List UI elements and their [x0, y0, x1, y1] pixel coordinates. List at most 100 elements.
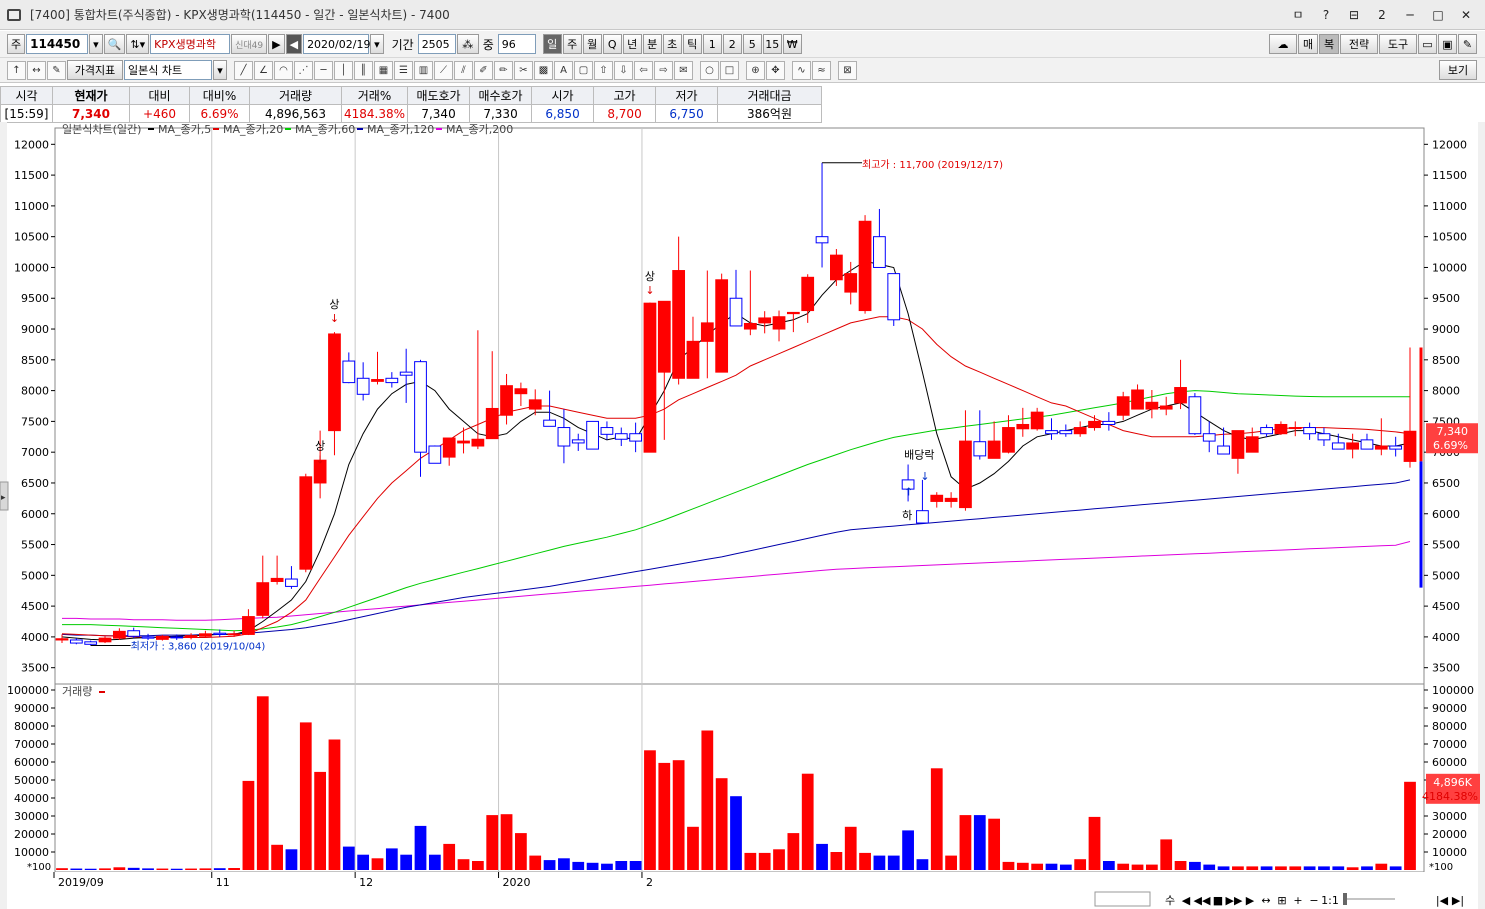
date-dropdown-icon[interactable]: ▾ — [370, 34, 384, 54]
vol-tick-label-right: 30000 — [1432, 810, 1467, 823]
chart-area[interactable]: 2019/09 11 12 2020 2 3500 3500 4000 4000 4500 4500… — [0, 122, 1485, 909]
parallel-icon[interactable]: ⫽ — [454, 60, 473, 80]
chart-type-dropdown-icon[interactable]: ▾ — [213, 60, 227, 80]
note-icon[interactable]: ✉ — [674, 60, 693, 80]
quote-change: +460 — [129, 104, 190, 123]
volume-bar — [228, 868, 240, 870]
help-icon[interactable]: ? — [1317, 8, 1335, 22]
candle-body — [457, 440, 470, 444]
trade-button[interactable]: 매 — [1298, 34, 1318, 54]
edit-icon[interactable]: ✎ — [47, 60, 66, 80]
tf-2-button[interactable]: 2 — [722, 34, 742, 54]
lower-limit-arrow: ↑ — [904, 485, 913, 498]
view-button[interactable]: 보기 — [1439, 60, 1477, 80]
channel-icon[interactable]: ▥ — [414, 60, 433, 80]
code-dropdown-icon[interactable]: ▾ — [89, 34, 103, 54]
right-arrow-icon[interactable]: ⇨ — [654, 60, 673, 80]
won-button[interactable]: ₩ — [782, 34, 802, 54]
trendline-icon[interactable]: ╱ — [234, 60, 253, 80]
count-input[interactable]: 96 — [497, 34, 536, 54]
tf-15-button[interactable]: 15 — [762, 34, 782, 54]
maximize-button[interactable]: □ — [1429, 8, 1447, 22]
vol-tick-label-right: 20000 — [1432, 828, 1467, 841]
text-icon[interactable]: A — [554, 60, 573, 80]
volume-bar — [529, 855, 542, 870]
status-item-1: ◀ — [1182, 894, 1191, 907]
tf-year-button[interactable]: 년 — [622, 34, 642, 54]
chart-type-select[interactable]: 일본식 차트 — [124, 60, 212, 80]
split-icon[interactable]: ⊟ — [1345, 8, 1363, 22]
tf-quarter-button[interactable]: Q — [602, 34, 622, 54]
clear-icon[interactable]: ⊠ — [838, 60, 857, 80]
hline-icon[interactable]: ─ — [314, 60, 333, 80]
date-input[interactable]: 2020/02/19 — [303, 34, 370, 54]
upper-limit-arrow: ↓ — [316, 454, 325, 467]
eraser-icon[interactable]: ✂ — [514, 60, 533, 80]
volume-bar — [1246, 866, 1259, 870]
crosshair-icon[interactable]: ✥ — [766, 60, 785, 80]
arc-icon[interactable]: ◠ — [274, 60, 293, 80]
vol-tick-label-right: 100000 — [1432, 684, 1474, 697]
upper-limit-arrow: ↓ — [645, 284, 654, 297]
candlestick-chart[interactable]: 2019/09 11 12 2020 2 3500 3500 4000 4000 4500 4500… — [0, 122, 1485, 909]
sort-icon[interactable]: ⇅▾ — [126, 34, 150, 54]
period-lock-icon[interactable]: ⁂ — [456, 34, 479, 54]
down-arrow-icon[interactable]: ⇩ — [614, 60, 633, 80]
tf-1-button[interactable]: 1 — [702, 34, 722, 54]
vline-icon[interactable]: │ — [334, 60, 353, 80]
prev-stock-button[interactable]: ◀ — [285, 34, 303, 54]
save-icon[interactable]: ▣ — [1438, 34, 1457, 54]
brush-icon[interactable]: ✏ — [494, 60, 513, 80]
wave2-icon[interactable]: ≈ — [812, 60, 831, 80]
expand-icon[interactable]: ↔ — [27, 60, 46, 80]
color-icon[interactable]: ▩ — [534, 60, 553, 80]
volume-bar — [1289, 866, 1302, 870]
left-arrow-icon[interactable]: ⇦ — [634, 60, 653, 80]
rect-icon[interactable]: ▢ — [574, 60, 593, 80]
tf-tick-button[interactable]: 틱 — [682, 34, 702, 54]
up-arrow-icon[interactable]: ⇧ — [594, 60, 613, 80]
indicator-button[interactable]: 가격지표 — [67, 60, 123, 80]
folder-icon[interactable]: ▭ — [1418, 34, 1437, 54]
wrench-icon[interactable]: ✎ — [1458, 34, 1477, 54]
angle-icon[interactable]: ∠ — [254, 60, 273, 80]
tf-second-button[interactable]: 초 — [662, 34, 682, 54]
stock-code-input[interactable]: 114450 — [26, 34, 89, 54]
tf-week-button[interactable]: 주 — [562, 34, 582, 54]
close-button[interactable]: ✕ — [1457, 8, 1475, 22]
multi-vline-icon[interactable]: ║ — [354, 60, 373, 80]
candle-body — [1245, 436, 1259, 453]
tf-minute-button[interactable]: 분 — [642, 34, 662, 54]
tools-button[interactable]: 도구 — [1379, 34, 1417, 54]
stock-name-field: KPX생명과학 — [150, 34, 231, 54]
zoom-icon[interactable]: ⊕ — [746, 60, 765, 80]
candle-body — [557, 427, 571, 447]
y-tick-label-left: 6500 — [21, 477, 49, 490]
pencil-icon[interactable]: ✐ — [474, 60, 493, 80]
volume-bar — [644, 750, 656, 870]
fib-icon[interactable]: ☰ — [394, 60, 413, 80]
cloud-icon[interactable]: ☁ — [1269, 34, 1297, 54]
ray-icon[interactable]: ⟋ — [434, 60, 453, 80]
tf-month-button[interactable]: 월 — [582, 34, 602, 54]
scroll-up-icon[interactable]: ↑ — [7, 60, 26, 80]
link-icon[interactable]: ㅁ — [1289, 8, 1307, 22]
tf-day-button[interactable]: 일 — [542, 34, 562, 54]
circle-icon[interactable]: ○ — [700, 60, 719, 80]
search-icon[interactable]: 🔍 — [103, 34, 126, 54]
wave-icon[interactable]: ∿ — [792, 60, 811, 80]
market-select[interactable]: 주 — [7, 34, 26, 54]
fan-icon[interactable]: ⋰ — [294, 60, 313, 80]
strategy-button[interactable]: 전략 — [1340, 34, 1378, 54]
candle-body — [514, 388, 528, 395]
square-icon[interactable]: □ — [720, 60, 739, 80]
candle-body — [528, 399, 542, 410]
tf-5-button[interactable]: 5 — [742, 34, 762, 54]
grid-icon[interactable]: ▦ — [374, 60, 393, 80]
next-stock-button[interactable]: ▶ — [268, 34, 285, 54]
candle-body — [1331, 442, 1345, 450]
period-input[interactable]: 2505 — [417, 34, 456, 54]
minimize-button[interactable]: ─ — [1401, 8, 1419, 22]
compound-button[interactable]: 복 — [1319, 34, 1339, 54]
screen-number[interactable]: 2 — [1373, 8, 1391, 22]
